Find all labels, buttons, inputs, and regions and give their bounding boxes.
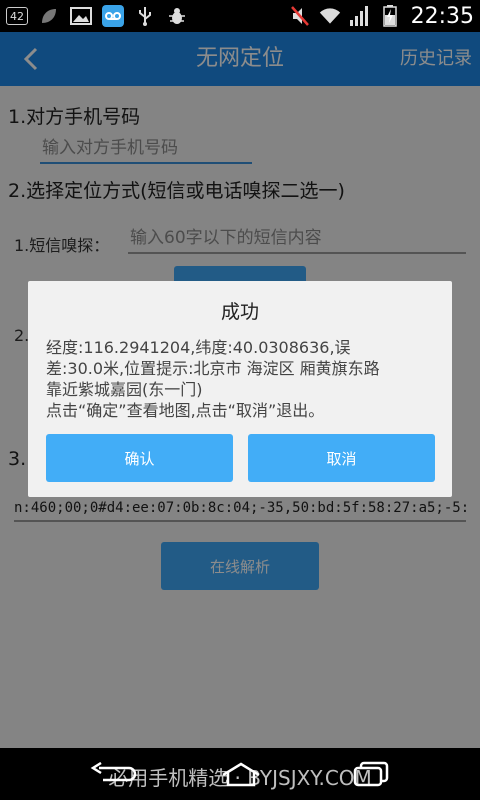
nav-home-button[interactable] (216, 760, 266, 788)
confirm-button[interactable]: 确认 (46, 434, 233, 482)
battery-charging-icon (379, 5, 401, 27)
voicemail-icon (102, 5, 124, 27)
clock: 22:35 (410, 3, 474, 29)
image-icon (70, 5, 92, 27)
dialog-message-line: 差:30.0米,位置提示:北京市 海淀区 厢黄旗东路 (46, 359, 380, 378)
debug-bug-icon (166, 5, 188, 27)
dialog-message-line: 靠近紫城嘉园(东一门) (46, 380, 203, 399)
navigation-bar: 必用手机精选 · BYJSJXY.COM (0, 748, 480, 800)
dialog-message: 经度:116.2941204,纬度:40.0308636,误 差:30.0米,位… (46, 337, 438, 421)
success-dialog: 成功 经度:116.2941204,纬度:40.0308636,误 差:30.0… (28, 281, 452, 497)
leaf-icon (38, 5, 60, 27)
usb-icon (134, 5, 156, 27)
back-arrow-icon (90, 762, 137, 782)
nav-recents-button[interactable] (348, 760, 394, 788)
cancel-button[interactable]: 取消 (248, 434, 435, 482)
recent-apps-icon (353, 761, 389, 787)
home-icon (222, 762, 260, 787)
dialog-title: 成功 (220, 301, 259, 323)
signal-icon (349, 5, 371, 27)
nav-back-button[interactable] (88, 760, 138, 788)
status-bar: 42 22:35 (0, 0, 480, 32)
mute-icon (289, 5, 311, 27)
dialog-message-line: 点击“确定”查看地图,点击“取消”退出。 (46, 401, 325, 420)
dialog-message-line: 经度:116.2941204,纬度:40.0308636,误 (46, 338, 351, 357)
wifi-icon (319, 5, 341, 27)
notification-count-badge: 42 (6, 7, 28, 25)
